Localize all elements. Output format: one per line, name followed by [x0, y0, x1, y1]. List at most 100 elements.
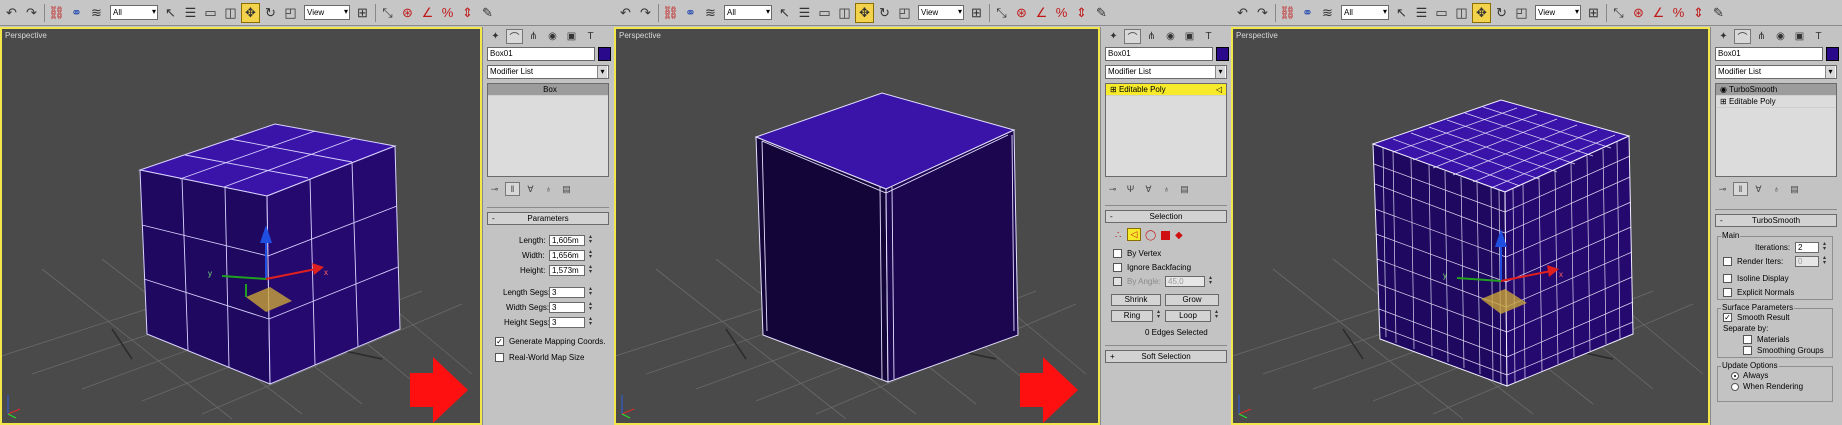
width-spinner[interactable]: ▴ ▾: [587, 249, 594, 261]
utilities-tab-icon[interactable]: T: [1810, 29, 1827, 44]
pin-stack-icon[interactable]: ⊸: [1105, 182, 1120, 196]
ring-spinner[interactable]: ▴ ▾: [1155, 309, 1162, 321]
ignore-backfacing-checkbox[interactable]: [1113, 263, 1122, 272]
spinner-snap-icon[interactable]: ⇕: [1072, 3, 1091, 23]
reference-coord-dropdown[interactable]: View: [304, 5, 350, 20]
hierarchy-tab-icon[interactable]: ⋔: [1143, 29, 1160, 44]
make-unique-icon[interactable]: ∀: [523, 182, 538, 196]
window-crossing-icon[interactable]: ◫: [835, 3, 854, 23]
modify-tab-icon[interactable]: ⌒: [1734, 29, 1751, 44]
object-color-swatch[interactable]: [1826, 47, 1839, 61]
utilities-tab-icon[interactable]: T: [582, 29, 599, 44]
link-icon[interactable]: ⛓: [661, 3, 680, 23]
by-vertex-checkbox[interactable]: [1113, 249, 1122, 258]
configure-sets-icon[interactable]: ▤: [1787, 182, 1802, 196]
bind-spacewarp-icon[interactable]: ≋: [701, 3, 720, 23]
generate-mapping-checkbox[interactable]: ✓: [495, 337, 504, 346]
window-crossing-icon[interactable]: ◫: [221, 3, 240, 23]
undo-icon[interactable]: ↶: [1233, 3, 1252, 23]
select-object-icon[interactable]: ↖: [775, 3, 794, 23]
display-tab-icon[interactable]: ▣: [1791, 29, 1808, 44]
height-spinner[interactable]: ▴ ▾: [587, 264, 594, 276]
move-icon[interactable]: ✥: [1472, 2, 1491, 23]
remove-modifier-icon[interactable]: ♁: [541, 182, 556, 196]
display-tab-icon[interactable]: ▣: [563, 29, 580, 44]
modify-tab-icon[interactable]: ⌒: [1124, 29, 1141, 44]
manipulate-icon[interactable]: ⤡: [378, 3, 397, 23]
reference-coord-dropdown[interactable]: View: [1535, 5, 1581, 20]
select-by-name-icon[interactable]: ☰: [181, 3, 200, 23]
iterations-field[interactable]: 2: [1795, 242, 1819, 253]
show-end-result-icon[interactable]: ǁ: [505, 182, 520, 196]
rotate-icon[interactable]: ↻: [875, 3, 894, 23]
render-iters-spinner[interactable]: ▴ ▾: [1821, 255, 1828, 267]
always-radio[interactable]: [1731, 372, 1739, 380]
height-segs-field[interactable]: 3: [549, 317, 585, 328]
width-field[interactable]: 1,656m: [549, 250, 585, 261]
move-icon[interactable]: ✥: [855, 2, 874, 23]
spinner-snap-icon[interactable]: ⇕: [458, 3, 477, 23]
rotate-icon[interactable]: ↻: [1492, 3, 1511, 23]
unlink-icon[interactable]: ⚭: [681, 3, 700, 23]
make-unique-icon[interactable]: ∀: [1141, 182, 1156, 196]
redo-icon[interactable]: ↷: [22, 3, 41, 23]
modify-tab-icon[interactable]: ⌒: [506, 29, 523, 44]
stack-item-box[interactable]: Box: [488, 84, 608, 96]
snap-toggle-icon[interactable]: ⊛: [1629, 3, 1648, 23]
select-object-icon[interactable]: ↖: [161, 3, 180, 23]
by-angle-spinner[interactable]: ▴ ▾: [1207, 275, 1214, 287]
selection-filter-dropdown[interactable]: All: [110, 5, 158, 20]
border-mode-icon[interactable]: ◯: [1145, 230, 1156, 241]
undo-icon[interactable]: ↶: [616, 3, 635, 23]
show-end-result-icon[interactable]: ǁ: [1733, 182, 1748, 196]
remove-modifier-icon[interactable]: ♁: [1769, 182, 1784, 196]
width-segs-spinner[interactable]: ▴ ▾: [587, 301, 594, 313]
create-tab-icon[interactable]: ✦: [1715, 29, 1732, 44]
object-name-field[interactable]: Box01: [487, 47, 595, 61]
perspective-viewport[interactable]: Perspective: [614, 27, 1100, 425]
motion-tab-icon[interactable]: ◉: [544, 29, 561, 44]
make-unique-icon[interactable]: ∀: [1751, 182, 1766, 196]
scale-icon[interactable]: ◰: [895, 3, 914, 23]
modifier-stack[interactable]: ⊞ Editable Poly ◁: [1105, 83, 1227, 177]
object-name-field[interactable]: Box01: [1715, 47, 1823, 61]
selection-filter-dropdown[interactable]: All: [724, 5, 772, 20]
unlink-icon[interactable]: ⚭: [1298, 3, 1317, 23]
rectangular-selection-icon[interactable]: ▭: [815, 3, 834, 23]
snap-toggle-icon[interactable]: ⊛: [1012, 3, 1031, 23]
scale-icon[interactable]: ◰: [1512, 3, 1531, 23]
pivot-center-icon[interactable]: ⊞: [967, 3, 986, 23]
snap-toggle-icon[interactable]: ⊛: [398, 3, 417, 23]
object-color-swatch[interactable]: [598, 47, 611, 61]
length-field[interactable]: 1,605m: [549, 235, 585, 246]
percent-snap-icon[interactable]: %: [438, 3, 457, 23]
when-rendering-radio[interactable]: [1731, 383, 1739, 391]
explicit-normals-checkbox[interactable]: [1723, 288, 1732, 297]
bind-spacewarp-icon[interactable]: ≋: [1318, 3, 1337, 23]
remove-modifier-icon[interactable]: ♁: [1159, 182, 1174, 196]
angle-snap-icon[interactable]: ∠: [1649, 3, 1668, 23]
manipulate-icon[interactable]: ⤡: [1609, 3, 1628, 23]
materials-checkbox[interactable]: [1743, 335, 1752, 344]
rotate-icon[interactable]: ↻: [261, 3, 280, 23]
selection-rollout-header[interactable]: - Selection: [1105, 210, 1227, 223]
modifier-list-dropdown[interactable]: Modifier List: [1105, 65, 1227, 79]
motion-tab-icon[interactable]: ◉: [1162, 29, 1179, 44]
pin-stack-icon[interactable]: ⊸: [1715, 182, 1730, 196]
iterations-spinner[interactable]: ▴ ▾: [1821, 241, 1828, 253]
object-color-swatch[interactable]: [1216, 47, 1229, 61]
pivot-center-icon[interactable]: ⊞: [1584, 3, 1603, 23]
real-world-checkbox[interactable]: [495, 353, 504, 362]
isoline-checkbox[interactable]: [1723, 274, 1732, 283]
loop-button[interactable]: Loop: [1165, 310, 1211, 322]
pin-stack-icon[interactable]: ⊸: [487, 182, 502, 196]
motion-tab-icon[interactable]: ◉: [1772, 29, 1789, 44]
object-name-field[interactable]: Box01: [1105, 47, 1213, 61]
link-icon[interactable]: ⛓: [1278, 3, 1297, 23]
select-by-name-icon[interactable]: ☰: [795, 3, 814, 23]
shrink-button[interactable]: Shrink: [1111, 294, 1161, 306]
bind-spacewarp-icon[interactable]: ≋: [87, 3, 106, 23]
selection-filter-dropdown[interactable]: All: [1341, 5, 1389, 20]
spinner-snap-icon[interactable]: ⇕: [1689, 3, 1708, 23]
by-angle-field[interactable]: 45,0: [1165, 276, 1205, 287]
